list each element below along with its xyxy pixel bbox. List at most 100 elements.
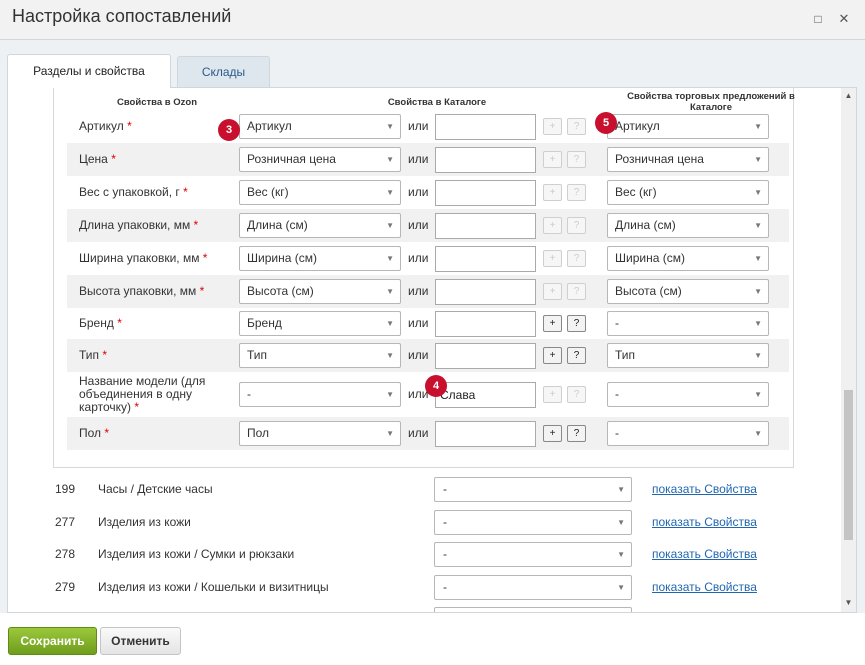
required-mark: *: [117, 316, 122, 330]
catalog-property-select[interactable]: Бренд ▼: [239, 311, 401, 336]
section-id: 277: [55, 514, 76, 529]
show-properties-link[interactable]: показать Свойства: [652, 542, 757, 567]
catalog-property-select[interactable]: Высота (см) ▼: [239, 279, 401, 304]
offer-property-select[interactable]: - ▼: [607, 311, 769, 336]
help-button[interactable]: ?: [567, 315, 586, 332]
catalog-property-value: Тип: [247, 348, 268, 362]
custom-value-input[interactable]: [435, 343, 536, 369]
scroll-down-icon[interactable]: ▼: [841, 596, 856, 610]
catalog-property-select[interactable]: Артикул ▼: [239, 114, 401, 139]
catalog-property-select[interactable]: Розничная цена ▼: [239, 147, 401, 172]
add-button[interactable]: +: [543, 151, 562, 168]
property-row: Длина упаковки, мм * Длина (см) ▼ или +? Длин…: [67, 209, 789, 242]
or-label: или: [408, 251, 429, 265]
section-row: 199 Часы / Детские часы - ▼ показать Свойств…: [39, 477, 820, 510]
tab-stores[interactable]: Склады: [177, 56, 270, 87]
section-mapping-select[interactable]: -▼: [434, 607, 632, 612]
or-label: или: [408, 218, 429, 232]
dropdown-arrow-icon: ▼: [754, 188, 762, 197]
catalog-property-select[interactable]: Пол ▼: [239, 421, 401, 446]
save-button[interactable]: Сохранить: [8, 627, 97, 655]
close-icon[interactable]: ✕: [836, 11, 852, 27]
vertical-scrollbar[interactable]: ▲ ▼: [841, 88, 856, 612]
show-properties-link[interactable]: показать Свойства: [652, 607, 757, 612]
offer-property-select[interactable]: Длина (см) ▼: [607, 213, 769, 238]
offer-property-value: Вес (кг): [615, 185, 657, 199]
section-id: 199: [55, 482, 76, 496]
property-label: Тип *: [79, 349, 237, 362]
dropdown-arrow-icon: ▼: [617, 608, 625, 612]
help-button[interactable]: ?: [567, 283, 586, 300]
property-row: Ширина упаковки, мм * Ширина (см) ▼ или +? Ши…: [67, 242, 789, 275]
help-button[interactable]: ?: [567, 425, 586, 442]
catalog-property-select[interactable]: Вес (кг) ▼: [239, 180, 401, 205]
add-button[interactable]: +: [543, 386, 562, 403]
offer-property-select[interactable]: Ширина (см) ▼: [607, 246, 769, 271]
section-name: Изделия из кожи / Сумки и рюкзаки: [98, 547, 295, 561]
scroll-thumb[interactable]: [844, 390, 853, 540]
section-mapping-select[interactable]: -▼: [434, 477, 632, 502]
custom-value-input[interactable]: [435, 147, 536, 173]
section-mapping-select[interactable]: -▼: [434, 509, 632, 535]
offer-property-select[interactable]: Розничная цена ▼: [607, 147, 769, 172]
scroll-up-icon[interactable]: ▲: [841, 89, 856, 103]
catalog-property-select[interactable]: Длина (см) ▼: [239, 213, 401, 238]
add-button[interactable]: +: [543, 347, 562, 364]
tab-sections-properties[interactable]: Разделы и свойства: [7, 54, 171, 88]
scroll-content: Свойства в Ozon Свойства в Каталоге Свой…: [39, 88, 820, 612]
help-button[interactable]: ?: [567, 250, 586, 267]
offer-property-select[interactable]: Вес (кг) ▼: [607, 180, 769, 205]
property-name: Название модели (для объединения в одну …: [79, 374, 206, 414]
badge-4: 4: [425, 375, 447, 397]
add-button[interactable]: +: [543, 315, 562, 332]
offer-property-select[interactable]: - ▼: [607, 421, 769, 446]
cancel-button[interactable]: Отменить: [100, 627, 181, 655]
section-mapping-select[interactable]: -▼: [434, 542, 632, 567]
offer-property-select[interactable]: Тип ▼: [607, 343, 769, 368]
maximize-icon[interactable]: □: [810, 11, 826, 27]
help-button[interactable]: ?: [567, 347, 586, 364]
dropdown-arrow-icon: ▼: [386, 188, 394, 197]
property-row: Бренд * Бренд ▼ или +? - ▼: [67, 307, 789, 340]
catalog-property-value: -: [247, 387, 251, 401]
offer-property-select[interactable]: Артикул ▼: [607, 114, 769, 139]
custom-value-input[interactable]: [435, 421, 536, 447]
add-button[interactable]: +: [543, 425, 562, 442]
section-mapping-select[interactable]: -▼: [434, 574, 632, 600]
add-button[interactable]: +: [543, 217, 562, 234]
catalog-property-select[interactable]: - ▼: [239, 382, 401, 407]
offer-property-select[interactable]: - ▼: [607, 382, 769, 407]
custom-value-input[interactable]: [435, 114, 536, 140]
add-button[interactable]: +: [543, 283, 562, 300]
or-label: или: [408, 284, 429, 298]
custom-value-input[interactable]: [435, 246, 536, 272]
section-name: Изделия из кожи / Ремни: [98, 607, 237, 612]
custom-value-input[interactable]: [435, 213, 536, 239]
custom-value-input[interactable]: Слава: [435, 382, 536, 408]
property-name: Высота упаковки, мм: [79, 284, 197, 298]
add-button[interactable]: +: [543, 118, 562, 135]
custom-value-input[interactable]: [435, 311, 536, 337]
catalog-property-select[interactable]: Ширина (см) ▼: [239, 246, 401, 271]
required-mark: *: [102, 348, 108, 362]
dialog-body: Разделы и свойства Склады Свойства в Ozo…: [0, 40, 865, 613]
show-properties-link[interactable]: показать Свойства: [652, 477, 757, 502]
offer-property-select[interactable]: Высота (см) ▼: [607, 279, 769, 304]
custom-value-input[interactable]: [435, 180, 536, 206]
dropdown-arrow-icon: ▼: [617, 550, 625, 559]
help-button[interactable]: ?: [567, 386, 586, 403]
catalog-property-select[interactable]: Тип ▼: [239, 343, 401, 368]
add-button[interactable]: +: [543, 184, 562, 201]
help-button[interactable]: ?: [567, 151, 586, 168]
show-properties-link[interactable]: показать Свойства: [652, 575, 757, 600]
add-button[interactable]: +: [543, 250, 562, 267]
custom-value-input[interactable]: [435, 279, 536, 305]
help-button[interactable]: ?: [567, 184, 586, 201]
catalog-property-value: Бренд: [247, 316, 282, 330]
catalog-property-value: Ширина (см): [247, 251, 317, 265]
property-label: Длина упаковки, мм *: [79, 219, 237, 232]
help-button[interactable]: ?: [567, 118, 586, 135]
show-properties-link[interactable]: показать Свойства: [652, 510, 757, 535]
property-row: Тип * Тип ▼ или +? Тип ▼: [67, 339, 789, 372]
help-button[interactable]: ?: [567, 217, 586, 234]
